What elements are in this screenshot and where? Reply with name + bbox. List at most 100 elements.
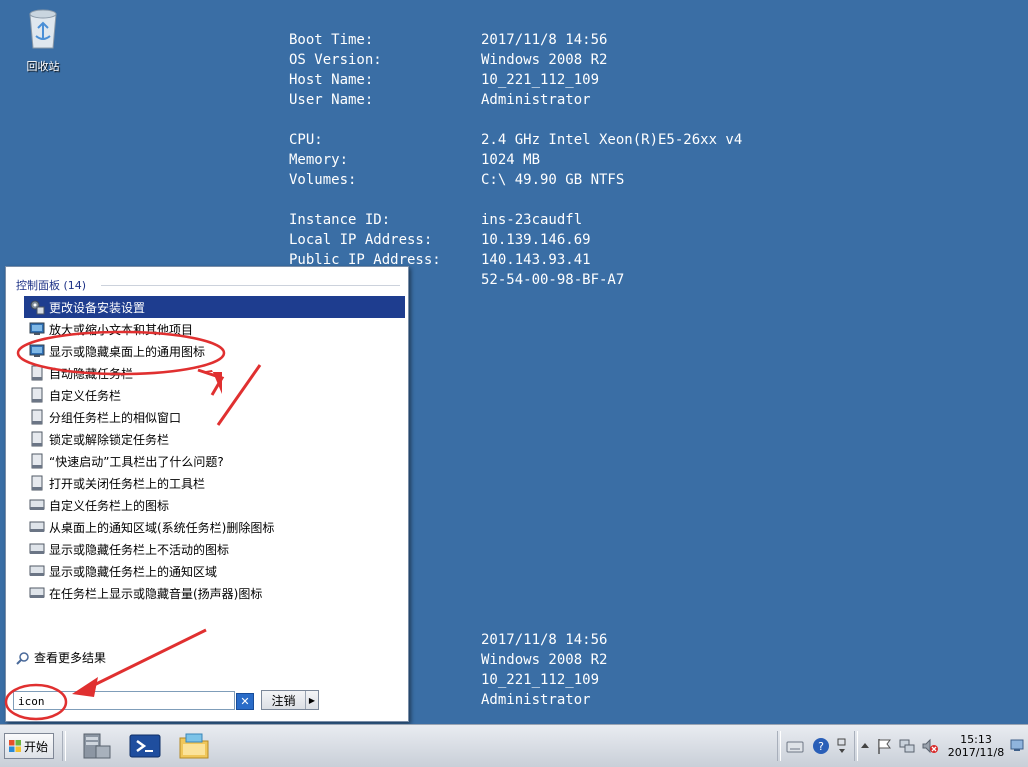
logoff-label: 注销 (271, 693, 296, 708)
display-icon (29, 321, 45, 337)
bginfo-label (289, 110, 441, 130)
search-result-label: 自动隐藏任务栏 (49, 366, 134, 381)
bginfo-value: C:\ 49.90 GB NTFS (481, 172, 625, 188)
language-bar-icon[interactable] (836, 737, 848, 755)
search-result-label: 在任务栏上显示或隐藏音量(扬声器)图标 (49, 586, 263, 601)
see-more-results-link[interactable]: 查看更多结果 (16, 649, 106, 666)
bginfo-label: Memory: (289, 152, 349, 168)
svg-text:?: ? (818, 740, 824, 753)
search-result-item[interactable]: 锁定或解除锁定任务栏 (24, 428, 405, 450)
clear-search-icon[interactable]: ✕ (236, 693, 254, 710)
search-result-label: 自定义任务栏上的图标 (49, 498, 170, 513)
search-result-item[interactable]: 放大或缩小文本和其他项目 (24, 318, 405, 340)
bginfo-value: ins-23caudfl (481, 212, 583, 228)
bginfo-label: OS Version: (289, 52, 382, 68)
clock[interactable]: 15:13 2017/11/8 (946, 733, 1006, 759)
see-more-label: 查看更多结果 (34, 651, 107, 665)
recycle-bin[interactable]: 回收站 (18, 6, 68, 74)
search-result-item[interactable]: 分组任务栏上的相似窗口 (24, 406, 405, 428)
search-result-label: “快速启动”工具栏出了什么问题? (49, 454, 224, 469)
bginfo-value: Administrator (481, 92, 591, 108)
bginfo-value: 10_221_112_109 (481, 72, 600, 88)
bginfo-labels: Boot Time: OS Version: Host Name: User N… (289, 30, 441, 270)
taskbar-icon (29, 475, 45, 491)
group-title[interactable]: 控制面板 (14) (16, 277, 86, 293)
group-divider (101, 285, 400, 286)
notification-area-icon (29, 563, 45, 579)
notification-area-icon (29, 541, 45, 557)
show-desktop-icon[interactable] (1010, 737, 1024, 753)
bginfo-value: Windows 2008 R2 (481, 652, 608, 668)
taskbar-separator (854, 731, 858, 761)
taskbar-separator (62, 731, 66, 761)
bginfo-label (289, 190, 441, 210)
bginfo-value: 10_221_112_109 (481, 672, 600, 688)
bginfo-label: Boot Time: (289, 32, 374, 48)
taskbar-separator (777, 731, 781, 761)
search-result-label: 显示或隐藏任务栏上不活动的图标 (49, 542, 230, 557)
volume-muted-icon[interactable] (921, 737, 939, 755)
recycle-bin-icon (29, 9, 57, 49)
bginfo-label: CPU: (289, 132, 323, 148)
search-result-label: 显示或隐藏桌面上的通用图标 (49, 344, 206, 359)
taskbar-icon (29, 431, 45, 447)
network-icon[interactable] (898, 737, 916, 755)
search-result-label: 从桌面上的通知区域(系统任务栏)删除图标 (49, 520, 275, 535)
search-results: 更改设备安装设置放大或缩小文本和其他项目 显示或隐藏桌面上的通用图标 自动隐藏任务栏… (24, 296, 405, 604)
bginfo-value (481, 110, 742, 130)
bginfo-value: 1024 MB (481, 152, 541, 168)
shutdown-options-arrow-icon[interactable]: ▶ (305, 691, 318, 709)
taskbar-icon (29, 453, 45, 469)
keyboard-icon[interactable] (786, 737, 804, 755)
clock-date: 2017/11/8 (947, 746, 1005, 759)
powershell-icon[interactable] (128, 730, 162, 762)
search-input[interactable]: icon (13, 691, 235, 710)
device-settings-icon (29, 299, 45, 315)
search-icon (16, 651, 29, 665)
help-icon[interactable]: ? (812, 737, 830, 755)
notification-area-icon (29, 519, 45, 535)
bginfo-label: Host Name: (289, 72, 374, 88)
bginfo-value: 2017/11/8 14:56 (481, 632, 608, 648)
search-result-item[interactable]: 显示或隐藏桌面上的通用图标 (24, 340, 405, 362)
windows-logo-icon (9, 740, 21, 752)
search-result-item[interactable]: 显示或隐藏任务栏上不活动的图标 (24, 538, 405, 560)
search-result-item[interactable]: 自动隐藏任务栏 (24, 362, 405, 384)
bginfo-values-lower: 2017/11/8 14:56 Windows 2008 R2 10_221_1… (481, 630, 607, 710)
taskbar: 开始 ? 15:13 2017/11/8 (0, 724, 1028, 767)
bginfo-value: 2.4 GHz Intel Xeon(R)E5-26xx v4 (481, 132, 743, 148)
notification-area-icon (29, 585, 45, 601)
bginfo-label: Local IP Address: (289, 232, 433, 248)
bginfo-value: 2017/11/8 14:56 (481, 32, 608, 48)
explorer-icon[interactable] (177, 730, 211, 762)
bginfo-value: 10.139.146.69 (481, 232, 591, 248)
show-hidden-icons-icon[interactable] (860, 737, 870, 755)
search-result-item[interactable]: 打开或关闭任务栏上的工具栏 (24, 472, 405, 494)
search-result-item[interactable]: 从桌面上的通知区域(系统任务栏)删除图标 (24, 516, 405, 538)
start-label: 开始 (24, 739, 49, 754)
start-button[interactable]: 开始 (4, 733, 54, 759)
start-menu: 控制面板 (14) 更改设备安装设置放大或缩小文本和其他项目 显示或隐藏桌面上的通… (5, 266, 409, 722)
search-result-item[interactable]: 显示或隐藏任务栏上的通知区域 (24, 560, 405, 582)
search-result-item[interactable]: 更改设备安装设置 (24, 296, 405, 318)
bginfo-value: 52-54-00-98-BF-A7 (481, 272, 625, 288)
bginfo-value (481, 190, 742, 210)
taskbar-icon (29, 365, 45, 381)
search-result-item[interactable]: 自定义任务栏上的图标 (24, 494, 405, 516)
bginfo-value: Windows 2008 R2 (481, 52, 608, 68)
bginfo-value: 140.143.93.41 (481, 252, 591, 268)
search-result-item[interactable]: 自定义任务栏 (24, 384, 405, 406)
bginfo-label: Instance ID: (289, 212, 391, 228)
search-result-item[interactable]: 在任务栏上显示或隐藏音量(扬声器)图标 (24, 582, 405, 604)
action-center-flag-icon[interactable] (875, 737, 893, 755)
search-result-item[interactable]: “快速启动”工具栏出了什么问题? (24, 450, 405, 472)
server-manager-icon[interactable] (78, 730, 112, 762)
recycle-bin-label: 回收站 (26, 60, 60, 73)
logoff-button[interactable]: 注销 ▶ (261, 690, 319, 710)
bginfo-label: User Name: (289, 92, 374, 108)
search-result-label: 分组任务栏上的相似窗口 (49, 410, 182, 425)
search-result-label: 放大或缩小文本和其他项目 (49, 322, 194, 337)
bginfo-label: Volumes: (289, 172, 357, 188)
search-result-label: 自定义任务栏 (49, 388, 122, 403)
search-result-label: 锁定或解除锁定任务栏 (49, 432, 170, 447)
